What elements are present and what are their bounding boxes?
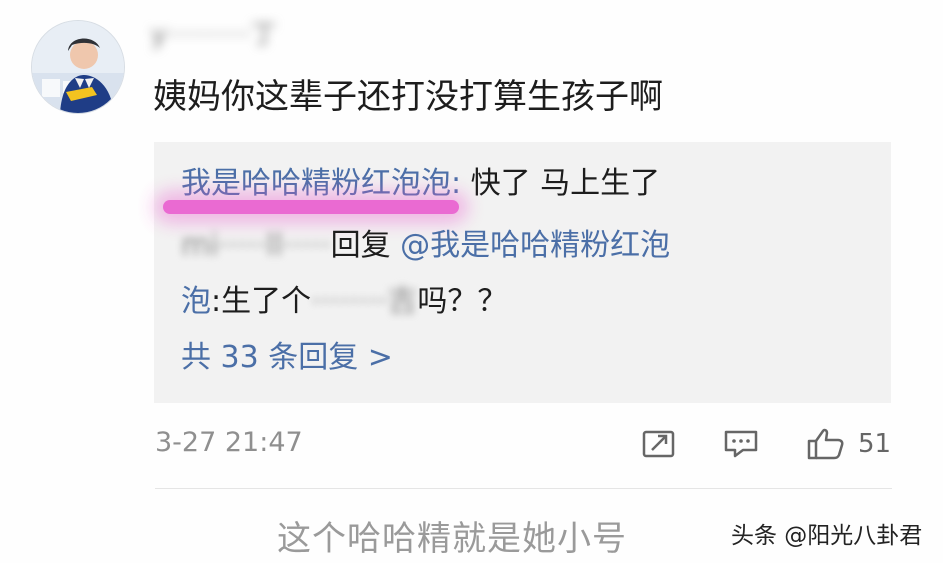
reply-prefix: 回复 [330, 228, 391, 263]
caption-text: 这个哈哈精就是她小号 [277, 519, 627, 559]
mention-link-line-2[interactable]: 泡 [181, 284, 211, 319]
reply-author-separator: : [451, 166, 462, 201]
comment-button[interactable] [721, 424, 761, 464]
pink-highlight-underline [163, 200, 459, 214]
reply-item-1: 我是哈哈精粉红泡泡 : 快了 马上生了 [163, 164, 661, 214]
reply-item-2-line-2: 泡:生了个········吉吗？？ [181, 282, 507, 322]
share-button[interactable] [639, 424, 679, 464]
reply-text-prefix: :生了个 [211, 284, 312, 319]
avatar-icon [32, 21, 124, 113]
divider [155, 488, 892, 489]
reply-box[interactable]: 我是哈哈精粉红泡泡 : 快了 马上生了 mi·····ll·····回复 @我是… [154, 142, 891, 403]
highlighted-reply-author: 我是哈哈精粉红泡泡 [163, 164, 459, 214]
comment-username[interactable]: y·········丁 [151, 18, 278, 52]
like-count: 51 [858, 429, 892, 459]
comment-text: 姨妈你这辈子还打没打算生孩子啊 [153, 77, 663, 117]
blurred-reply-author[interactable]: mi·····ll····· [181, 228, 331, 263]
share-icon [642, 430, 675, 458]
blurred-reply-text: ········吉 [311, 284, 418, 319]
mention-link-line-1[interactable]: @我是哈哈精粉红泡 [391, 228, 670, 263]
comment-timestamp: 3-27 21:47 [155, 427, 303, 458]
like-button[interactable]: 51 [806, 424, 896, 464]
avatar[interactable] [31, 20, 125, 114]
reply-item-2-line-1: mi·····ll·····回复 @我是哈哈精粉红泡 [181, 226, 670, 266]
comment-icon [724, 430, 758, 458]
comment-screenshot: y·········丁 姨妈你这辈子还打没打算生孩子啊 我是哈哈精粉红泡泡 : … [0, 0, 943, 563]
thumbs-up-icon [807, 428, 844, 460]
watermark: 头条 @阳光八卦君 [731, 523, 923, 549]
reply-summary-link[interactable]: 共 33 条回复 > [181, 338, 393, 378]
reply-text-suffix: 吗？？ [417, 284, 508, 319]
reply-author-link[interactable]: 我是哈哈精粉红泡泡 [181, 166, 451, 201]
reply-text: 快了 马上生了 [461, 166, 661, 201]
